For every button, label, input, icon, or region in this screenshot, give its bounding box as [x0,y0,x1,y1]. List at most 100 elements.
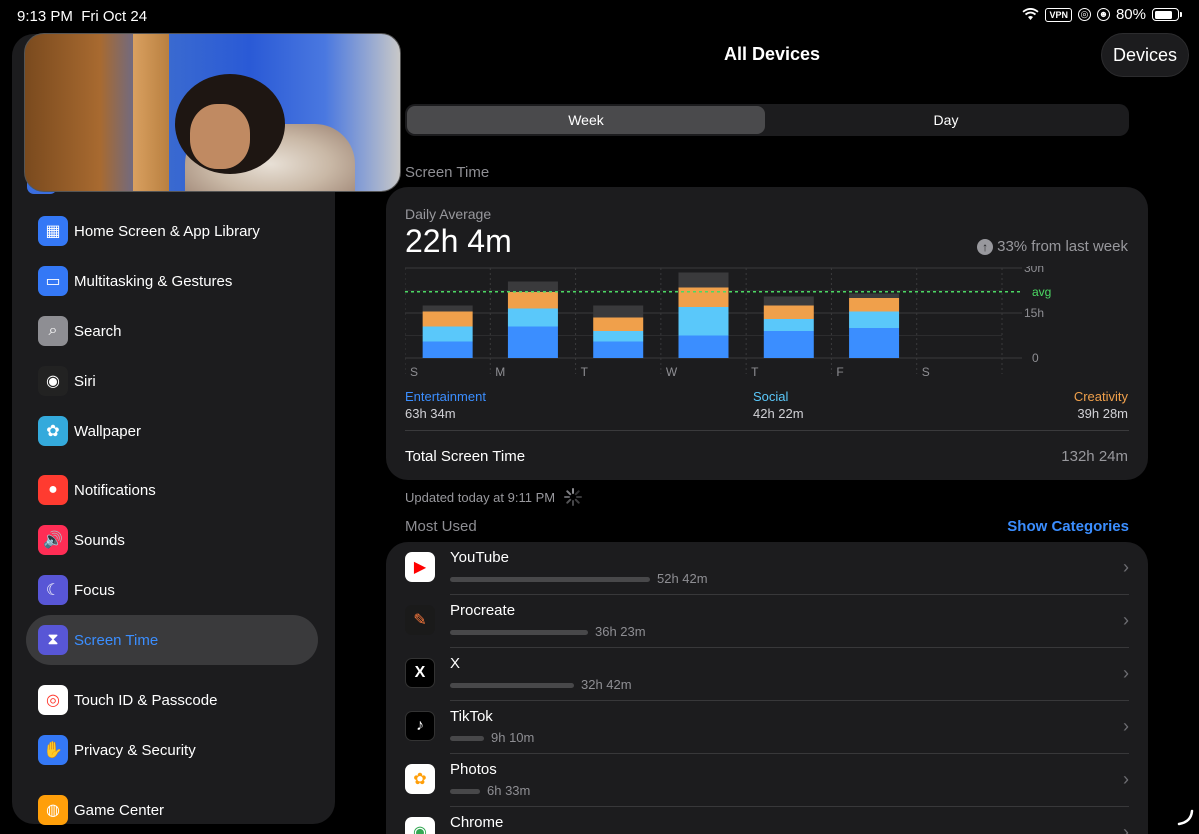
app-name: Chrome [450,814,504,831]
page-title: All Devices [723,44,821,64]
bar-t-creativity [593,317,644,331]
bar-m-creativity [507,292,558,309]
app-row-chrome[interactable]: ◉ Chrome › [386,807,1148,834]
bar-s-social [422,326,473,342]
bar-f-other [849,293,900,298]
bar-t-social [593,331,644,342]
battery-icon [1152,8,1182,21]
battery-percent: 80% [1115,6,1146,23]
show-categories-button[interactable]: Show Categories [1007,518,1129,535]
sidebar-item-notifications[interactable]: ● Notifications [26,465,318,515]
bar-t-entertainment [593,341,644,358]
sidebar-item-label: Notifications [74,481,156,499]
sidebar-item-multitasking-gestures[interactable]: ▭ Multitasking & Gestures [26,256,318,306]
chevron-right-icon: › [1123,557,1129,577]
x-tick-label: W [666,365,678,379]
status-right: VPN ◎ ☻ 80% [1022,6,1182,23]
usage-bar [450,789,480,794]
chevron-right-icon: › [1123,822,1129,834]
week-day-segmented-control[interactable]: Week Day [405,104,1129,136]
total-screen-time-value: 132h 24m [1061,448,1128,465]
legend-creativity-value: 39h 28m [1077,406,1128,421]
sidebar-item-home-screen-app-library[interactable]: ▦ Home Screen & App Library [26,206,318,256]
chevron-right-icon: › [1123,610,1129,630]
usage-time: 9h 10m [491,730,535,745]
sidebar-item-label: Privacy & Security [74,741,196,759]
status-time: 9:13 PM Fri Oct 24 [17,8,148,25]
most-used-list[interactable]: ▶ YouTube 52h 42m › ✎ Procreate 36h 23m › X X 32h … [386,542,1148,834]
legend-creativity: Creativity 39h 28m [1074,389,1128,421]
app-row-photos[interactable]: ✿ Photos 6h 33m › [386,754,1148,807]
hourglass-icon: ⧗ [38,625,68,655]
weekly-usage-chart[interactable]: avg 30h 15h 0 S M T W T F S [405,266,1129,381]
usage-time: 52h 42m [657,571,708,586]
legend-creativity-name: Creativity [1073,389,1128,404]
sidebar-item-wallpaper[interactable]: ✿ Wallpaper [26,406,318,456]
sidebar-item-label: Game Center [74,801,165,819]
bar-m-entertainment [507,326,558,358]
usage-bar [450,577,650,582]
sidebar-item-siri[interactable]: ◉ Siri [26,356,318,406]
youtube-icon: ▶ [405,552,435,582]
screen-time-card[interactable]: Daily Average 22h 4m ↑ 33% from last wee… [386,187,1148,480]
most-used-label: Most Used [405,518,477,535]
segment-week[interactable]: Week [407,106,765,134]
chrome-icon: ◉ [405,817,435,834]
usage-bar [450,736,484,741]
usage-time: 32h 42m [581,677,632,692]
app-row-youtube[interactable]: ▶ YouTube 52h 42m › [386,542,1148,595]
delta-text: 33% from last week [997,238,1128,255]
average-label: avg [1032,285,1051,299]
app-row-procreate[interactable]: ✎ Procreate 36h 23m › [386,595,1148,648]
bar-f-entertainment [849,328,900,358]
sidebar-item-game-center[interactable]: ◍ Game Center [26,785,318,834]
bar-f-creativity [849,298,900,312]
chevron-right-icon: › [1123,663,1129,683]
y-tick-label: 15h [1024,306,1044,320]
tiktok-icon: ♪ [405,711,435,741]
bar-m-other [507,281,558,292]
devices-button[interactable]: Devices [1101,33,1189,77]
notifications-icon: ● [38,475,68,505]
wallpaper-icon: ✿ [38,416,68,446]
sidebar-item-touch-id-passcode[interactable]: ◎ Touch ID & Passcode [26,675,318,725]
sidebar-item-privacy-security[interactable]: ✋ Privacy & Security [26,725,318,775]
focus-status-icon: ☻ [1096,8,1110,21]
legend-social-name: Social [753,389,789,404]
y-tick-label: 30h [1024,266,1044,275]
segment-day[interactable]: Day [767,106,1125,134]
week-delta: ↑ 33% from last week [977,238,1128,255]
picture-in-picture-video[interactable] [24,33,401,192]
daily-average-label: Daily Average [405,206,492,222]
chevron-right-icon: › [1123,769,1129,789]
sidebar-item-label: Screen Time [74,631,159,649]
sidebar-item-screen-time[interactable]: ⧗ Screen Time [26,615,318,665]
bar-w-social [678,307,729,336]
total-screen-time-label: Total Screen Time [405,448,526,465]
bar-s-entertainment [422,341,473,358]
loading-spinner-icon [564,488,583,506]
resize-handle-icon[interactable] [1176,808,1194,826]
app-row-tiktok[interactable]: ♪ TikTok 9h 10m › [386,701,1148,754]
app-name: TikTok [450,708,493,725]
x-tick-label: F [836,365,843,379]
app-row-x[interactable]: X X 32h 42m › [386,648,1148,701]
bar-s-creativity [422,311,473,327]
sidebar-item-search[interactable]: ⌕ Search [26,306,318,356]
sidebar-item-label: Search [74,322,122,340]
sidebar-item-sounds[interactable]: 🔊 Sounds [26,515,318,565]
bar-t-social [763,319,814,331]
daily-average-value: 22h 4m [405,223,512,259]
sidebar-item-focus[interactable]: ☾ Focus [26,565,318,615]
bar-s-other [422,305,473,312]
updated-text: Updated today at 9:11 PM [405,489,556,505]
legend-social-value: 42h 22m [753,406,804,421]
hand-icon: ✋ [38,735,68,765]
bar-t-other [593,305,644,318]
legend-entertainment-name: Entertainment [405,389,486,404]
usage-bar [450,630,588,635]
sidebar-item-label: Touch ID & Passcode [74,691,218,709]
bar-t-other [763,296,814,306]
x-tick-label: T [581,365,589,379]
fingerprint-icon: ◎ [38,685,68,715]
